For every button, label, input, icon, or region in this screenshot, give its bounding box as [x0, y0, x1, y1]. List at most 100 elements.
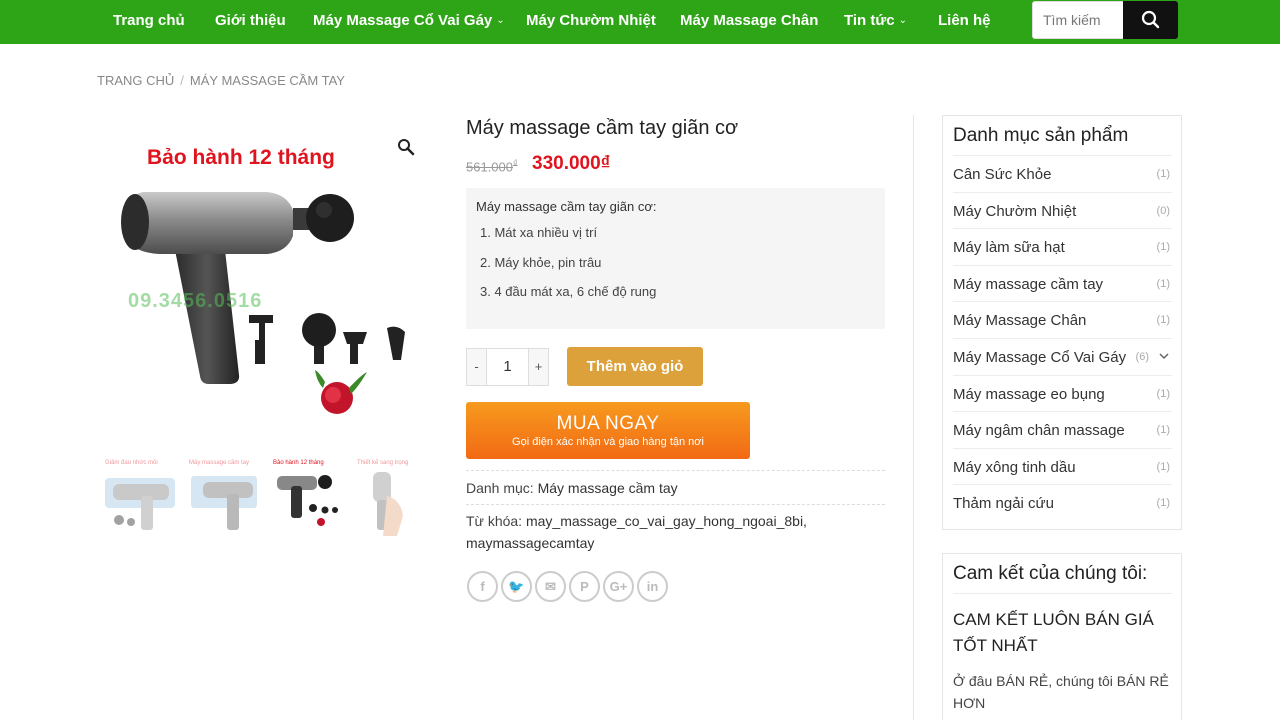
product-tags: Từ khóa: may_massage_co_vai_gay_hong_ngo…	[466, 510, 886, 554]
quantity-increase-button[interactable]: +	[528, 349, 548, 385]
category-count: (1)	[1156, 424, 1170, 437]
buy-now-sublabel: Gọi điện xác nhận và giao hàng tận nơi	[512, 436, 704, 448]
buy-now-label: MUA NGAY	[556, 413, 660, 434]
category-count: (1)	[1156, 168, 1170, 180]
nav-item-contact[interactable]: Liên hệ	[938, 0, 991, 44]
category-count: (1)	[1156, 460, 1170, 473]
google-plus-icon[interactable]: G+	[603, 571, 634, 602]
category-item[interactable]: Máy Massage Chân (1)	[953, 301, 1172, 338]
thumbnail-image[interactable]: Máy massage cầm tay	[185, 456, 265, 542]
thumbnail-image[interactable]: Giảm đau nhức mỏi	[101, 456, 181, 542]
category-name: Máy ngâm chân massage	[953, 422, 1125, 440]
divider	[466, 504, 885, 505]
feature-item: 3. 4 đầu mát xa, 6 chế độ rung	[480, 284, 657, 299]
search-form	[1032, 1, 1178, 39]
category-count: (1)	[1156, 314, 1170, 327]
breadcrumb-current: MÁY MASSAGE CẦM TAY	[189, 73, 345, 88]
chevron-down-icon[interactable]	[1158, 350, 1170, 362]
nav-label: Liên hệ	[938, 12, 991, 29]
promise-heading: CAM KẾT LUÔN BÁN GIÁ TỐT NHẤT	[953, 610, 1154, 655]
category-name: Máy làm sữa hạt	[953, 239, 1065, 257]
category-count: (6)	[1135, 351, 1149, 363]
top-navigation-bar: Trang chủ Giới thiệu Máy Massage Cổ Vai …	[0, 0, 1280, 44]
nav-item-home[interactable]: Trang chủ	[113, 0, 185, 44]
breadcrumb-separator: /	[180, 73, 184, 88]
category-item[interactable]: Máy làm sữa hạt (1)	[953, 228, 1172, 265]
category-name: Máy Chườm Nhiệt	[953, 202, 1077, 220]
pinterest-icon[interactable]: P	[569, 571, 600, 602]
promise-text: Ở đâu BÁN RẺ, chúng tôi BÁN RẺ HƠN	[953, 673, 1169, 711]
tags-label: Từ khóa:	[466, 513, 523, 529]
category-item[interactable]: Thảm ngải cứu (1)	[953, 484, 1172, 521]
old-price-amount: 561.000	[466, 159, 513, 175]
category-count: (0)	[1156, 204, 1170, 217]
twitter-icon[interactable]: 🐦	[501, 571, 532, 602]
widget-title: Cam kết của chúng tôi:	[953, 563, 1148, 584]
thumbnail-caption: Giảm đau nhức mỏi	[105, 460, 158, 466]
nav-item-about[interactable]: Giới thiệu	[215, 0, 286, 44]
thumbnail-caption: Máy massage cầm tay	[189, 460, 250, 466]
category-item[interactable]: Máy massage cầm tay (1)	[953, 264, 1172, 302]
buy-now-button[interactable]: MUA NGAY Gọi điện xác nhận và giao hàng …	[466, 402, 750, 459]
nav-label: Tin tức	[844, 12, 895, 29]
category-count: (1)	[1156, 387, 1170, 400]
feature-item: 1. Mát xa nhiều vị trí	[480, 225, 598, 240]
category-item[interactable]: Máy ngâm chân massage (1)	[953, 411, 1172, 448]
chevron-down-icon: ⌄	[898, 15, 907, 26]
product-title: Máy massage cầm tay giãn cơ	[466, 117, 739, 139]
category-item[interactable]: Cân Sức Khỏe (1)	[953, 155, 1172, 192]
category-item[interactable]: Máy Chườm Nhiệt (0)	[953, 191, 1172, 229]
category-item[interactable]: Máy Massage Cổ Vai Gáy (6)	[953, 338, 1172, 375]
product-thumbnails: Giảm đau nhức mỏi Máy massage cầm tay Bả…	[97, 456, 433, 542]
description-title: Máy massage cầm tay giãn cơ:	[476, 199, 657, 214]
thumbnail-picture	[277, 475, 338, 526]
category-name: Máy massage cầm tay	[953, 275, 1104, 293]
old-price-currency: ₫	[513, 158, 518, 168]
thumbnail-picture	[105, 478, 175, 530]
promise-widget: Cam kết của chúng tôi: CAM KẾT LUÔN BÁN …	[942, 553, 1182, 720]
nav-label: Giới thiệu	[215, 12, 286, 29]
nav-item-neck-shoulder-massagers[interactable]: Máy Massage Cổ Vai Gáy ⌄	[313, 0, 505, 44]
breadcrumb-home-link[interactable]: TRANG CHỦ	[97, 73, 174, 88]
breadcrumb: TRANG CHỦ / MÁY MASSAGE CẦM TAY	[97, 73, 345, 88]
chevron-down-icon: ⌄	[496, 15, 505, 26]
search-input[interactable]	[1032, 1, 1124, 39]
thumbnail-image[interactable]: Thiết kế sang trọng	[353, 456, 433, 542]
category-label: Danh mục:	[466, 480, 534, 496]
thumbnail-image-active[interactable]: Bảo hành 12 tháng	[269, 456, 349, 542]
category-count: (1)	[1156, 277, 1170, 290]
phone-watermark: 09.3456.0516	[128, 290, 263, 312]
widget-title: Danh mục sản phẩm	[953, 125, 1129, 146]
product-categories-widget: Danh mục sản phẩm Cân Sức Khỏe (1) Máy Chư…	[942, 115, 1182, 530]
nav-item-foot-massagers[interactable]: Máy Massage Chân	[680, 0, 818, 44]
facebook-icon[interactable]: f	[467, 571, 498, 602]
category-name: Máy xông tinh dầu	[953, 458, 1076, 476]
category-name: Máy Massage Cổ Vai Gáy	[953, 349, 1127, 366]
divider	[953, 593, 1172, 594]
search-icon	[1141, 10, 1160, 29]
email-icon[interactable]: ✉	[535, 571, 566, 602]
feature-item: 2. Máy khỏe, pin trâu	[480, 254, 602, 270]
quantity-stepper: - 1 +	[466, 348, 549, 386]
linkedin-icon[interactable]: in	[637, 571, 668, 602]
divider	[466, 470, 885, 471]
category-name: Cân Sức Khỏe	[953, 166, 1052, 183]
category-item[interactable]: Máy xông tinh dầu (1)	[953, 447, 1172, 485]
thumbnail-picture	[191, 476, 257, 530]
thumbnail-caption: Bảo hành 12 tháng	[273, 460, 324, 466]
thumbnail-picture	[373, 472, 403, 536]
search-button[interactable]	[1123, 1, 1178, 39]
category-link[interactable]: Máy massage cầm tay	[538, 480, 678, 496]
nav-item-news[interactable]: Tin tức ⌄	[844, 0, 907, 44]
thumbnail-caption: Thiết kế sang trọng	[357, 460, 409, 466]
category-item[interactable]: Máy massage eo bụng (1)	[953, 374, 1172, 412]
sale-price: 330.000₫	[532, 153, 611, 174]
add-to-cart-button[interactable]: Thêm vào giỏ	[567, 347, 703, 386]
nav-item-heat-pads[interactable]: Máy Chườm Nhiệt	[526, 0, 656, 44]
product-category: Danh mục: Máy massage cầm tay	[466, 477, 678, 499]
quantity-input[interactable]: 1	[487, 349, 528, 385]
old-price: 561.000₫	[466, 158, 518, 174]
feature-list: 1. Mát xa nhiều vị trí 2. Máy khỏe, pin …	[480, 225, 656, 314]
zoom-icon[interactable]	[397, 138, 415, 156]
quantity-decrease-button[interactable]: -	[467, 349, 487, 385]
